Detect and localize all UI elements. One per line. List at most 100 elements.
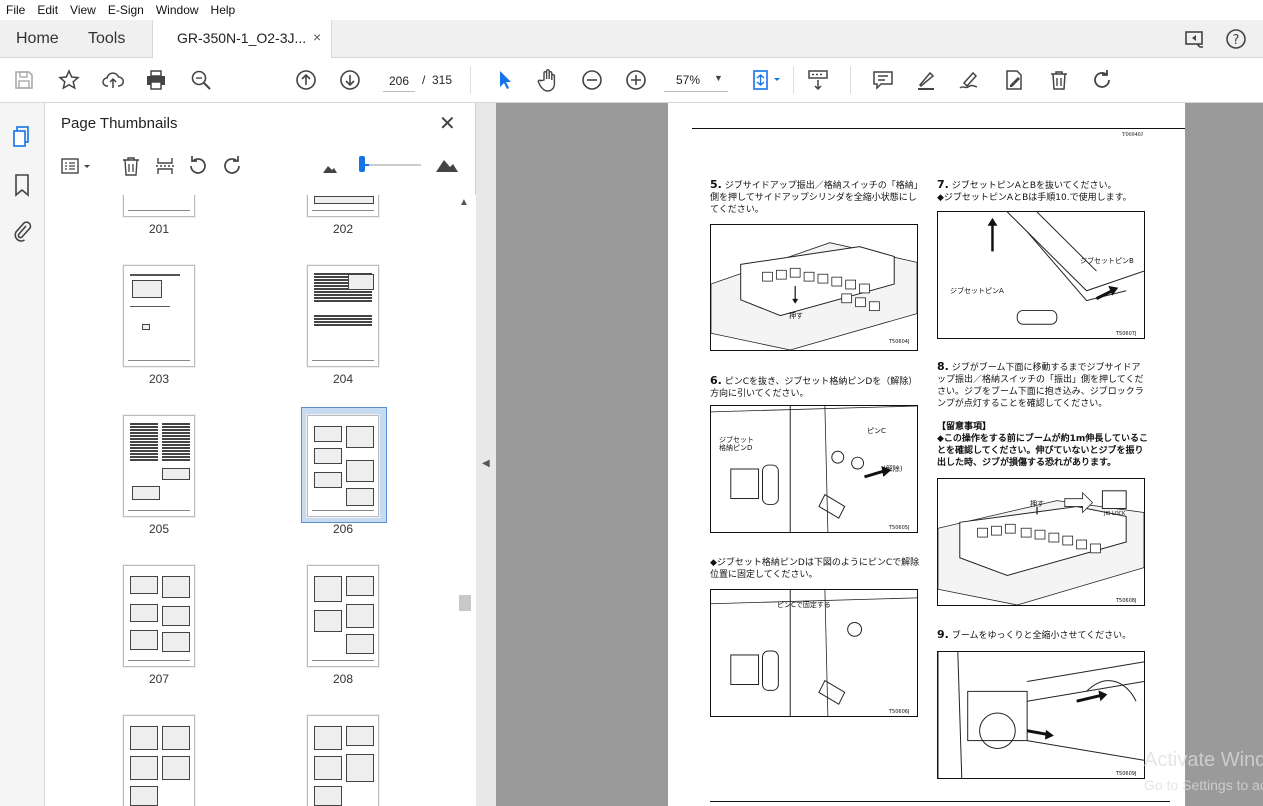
help-icon[interactable]: ?: [1224, 27, 1248, 51]
comment-icon[interactable]: [871, 68, 895, 92]
thumbnail-page[interactable]: [307, 195, 379, 217]
page-header-rule: [692, 128, 1185, 129]
zoom-search-icon[interactable]: [189, 68, 213, 92]
page-code: T06940J: [1122, 132, 1143, 138]
thumbnail-page[interactable]: [307, 265, 379, 367]
hand-tool-icon[interactable]: [536, 68, 560, 92]
page-number-input[interactable]: [383, 70, 415, 92]
step-8-number: 8.: [937, 360, 949, 373]
thumbnail-size-slider[interactable]: [363, 164, 421, 166]
fit-page-icon[interactable]: [750, 68, 784, 92]
figure-label: 押す: [789, 312, 803, 320]
menu-esign[interactable]: E-Sign: [102, 3, 150, 17]
thumbnail-page[interactable]: [123, 715, 195, 806]
save-icon[interactable]: [12, 68, 36, 92]
step-6-number: 6.: [710, 374, 722, 387]
tab-home[interactable]: Home: [16, 30, 59, 48]
svg-text:?: ?: [1233, 33, 1240, 48]
thumbnail-page[interactable]: [123, 195, 195, 217]
bookmark-star-icon[interactable]: [57, 68, 81, 92]
print-icon[interactable]: [144, 68, 168, 92]
thumbnail-page[interactable]: [123, 415, 195, 517]
tab-close-icon[interactable]: ×: [313, 29, 321, 45]
edit-text-icon[interactable]: [1002, 68, 1026, 92]
tab-tools[interactable]: Tools: [88, 30, 125, 48]
share-screen-icon[interactable]: [1183, 27, 1207, 51]
rotate-clockwise-icon[interactable]: [221, 155, 243, 177]
slider-handle[interactable]: [359, 156, 365, 172]
menu-file[interactable]: File: [0, 3, 31, 17]
step-5-number: 5.: [710, 178, 722, 191]
rotate-clockwise-icon[interactable]: [1090, 68, 1114, 92]
page-separator: /: [422, 73, 426, 87]
step-8-text: ジブがブーム下面に移動するまでジブサイドアップ振出／格納スイッチの「振出」側を押…: [937, 363, 1144, 409]
delete-trash-icon[interactable]: [1047, 68, 1071, 92]
zoom-in-icon[interactable]: [624, 68, 648, 92]
figure-label-pin-d: ジブセット 格納ピンD: [719, 436, 754, 452]
panel-collapse-gutter[interactable]: ◀: [476, 103, 496, 806]
scroll-mode-icon[interactable]: [806, 68, 830, 92]
page-thumbnails-icon[interactable]: [11, 125, 33, 149]
scroll-up-icon[interactable]: ▲: [459, 197, 469, 208]
thumbnail-label: 205: [148, 522, 170, 536]
figure-boom-retract: T50609J: [937, 651, 1145, 779]
delete-page-icon[interactable]: [120, 155, 142, 177]
menu-help[interactable]: Help: [205, 3, 242, 17]
scrollbar-thumb[interactable]: [459, 595, 471, 611]
next-page-icon[interactable]: [338, 68, 362, 92]
small-thumbnail-icon[interactable]: [322, 161, 338, 173]
select-cursor-icon[interactable]: [493, 68, 517, 92]
attachments-paperclip-icon[interactable]: [11, 219, 33, 243]
tab-document-title: GR-350N-1_O2-3J...: [177, 30, 307, 46]
figure-code: T50607J: [1116, 331, 1137, 337]
step-5-text: ジブサイドアップ振出／格納スイッチの「格納」側を押してサイドアップシリンダを全縮…: [710, 181, 919, 215]
step-7-text: ジブセットピンAとBを抜いてください。: [951, 181, 1117, 191]
figure-label: 押す: [1030, 500, 1044, 508]
left-tool-rail: [0, 103, 45, 806]
figure-jib-set-pins: ジブセットピンA ジブセットピンB T50607J: [937, 211, 1145, 339]
thumbnail-label: 201: [148, 222, 170, 236]
sign-pen-icon[interactable]: [957, 68, 981, 92]
thumbnail-page[interactable]: [123, 565, 195, 667]
menu-view[interactable]: View: [64, 3, 102, 17]
step-6-text: ピンCを抜き、ジブセット格納ピンDを（解除）方向に引いてください。: [710, 377, 918, 399]
zoom-out-icon[interactable]: [580, 68, 604, 92]
collapse-arrow-icon[interactable]: ◀: [482, 458, 490, 469]
panel-title: Page Thumbnails: [61, 115, 178, 132]
insert-page-icon[interactable]: [154, 155, 176, 177]
bookmarks-icon[interactable]: [11, 173, 33, 197]
previous-page-icon[interactable]: [294, 68, 318, 92]
large-thumbnail-icon[interactable]: [435, 157, 459, 173]
page-thumbnails-panel: Page Thumbnails ✕ 201 202 203 204 205 20…: [45, 103, 476, 806]
thumbnail-label: 204: [332, 372, 354, 386]
step-6-note: ◆ジブセット格納ピンDは下図のようにピンCで解除位置に固定してください。: [710, 557, 920, 581]
figure-pin-c-fixed: ピンCで固定する T50606J: [710, 589, 918, 717]
step-8: 8. ジブがブーム下面に移動するまでジブサイドアップ振出／格納スイッチの「振出」…: [937, 361, 1149, 410]
activation-watermark: Activate Windows: [1144, 749, 1263, 771]
menu-window[interactable]: Window: [150, 3, 205, 17]
menu-edit[interactable]: Edit: [31, 3, 64, 17]
tab-document[interactable]: GR-350N-1_O2-3J... ×: [152, 20, 332, 58]
step-7-note: ◆ジブセットピンAとBは手順10.で使用します。: [937, 192, 1149, 204]
thumbnail-label: 206: [332, 522, 354, 536]
thumbnail-page[interactable]: [123, 265, 195, 367]
rotate-counterclockwise-icon[interactable]: [187, 155, 209, 177]
close-icon[interactable]: ✕: [439, 111, 456, 136]
main-toolbar: / 315 57% ▼: [0, 58, 1263, 103]
step-9-number: 9.: [937, 628, 949, 641]
page-footer-rule: [710, 801, 1170, 802]
thumbnail-page-selected[interactable]: [307, 415, 379, 517]
document-view[interactable]: T06940J 5. ジブサイドアップ振出／格納スイッチの「格納」側を押してサイ…: [496, 103, 1263, 806]
thumbnail-scrollbar[interactable]: ▲: [453, 195, 476, 806]
thumbnail-options-icon[interactable]: [59, 155, 95, 177]
zoom-level-dropdown[interactable]: 57% ▼: [664, 70, 728, 92]
thumbnail-page[interactable]: [307, 715, 379, 806]
caution-title: 【留意事項】: [937, 422, 992, 432]
figure-code: T50608J: [1116, 598, 1137, 604]
toolbar-divider: [793, 66, 794, 94]
step-9: 9. ブームをゆっくりと全縮小させてください。: [937, 629, 1149, 642]
thumbnail-page[interactable]: [307, 565, 379, 667]
upload-cloud-icon[interactable]: [101, 68, 125, 92]
highlight-pen-icon[interactable]: [914, 68, 938, 92]
pdf-page: T06940J 5. ジブサイドアップ振出／格納スイッチの「格納」側を押してサイ…: [668, 103, 1185, 806]
